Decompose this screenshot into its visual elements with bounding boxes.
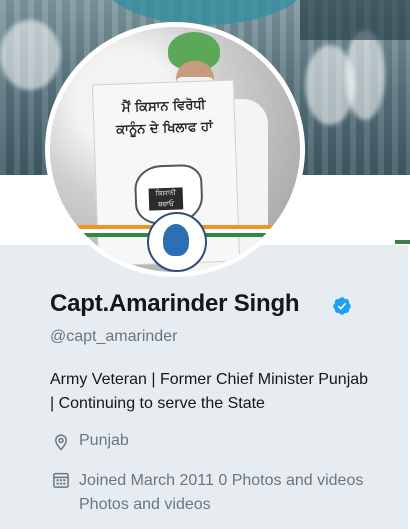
placard-badge: ਕਿਸਾਨੀ ਬਚਾਓ [148,187,184,211]
accent-line [395,240,410,244]
banner-decoration [100,0,310,25]
banner-figure [345,30,385,120]
calendar-icon [53,472,69,488]
placard-line-1: ਮੈਂ ਕਿਸਾਨ ਵਿਰੋਧੀ [121,97,206,116]
profile-bio: Army Veteran | Former Chief Minister Pun… [50,371,369,412]
location-pin-icon [54,434,68,451]
verified-badge-icon [333,297,351,315]
party-emblem-logo [147,212,207,272]
profile-location: Punjab [79,432,129,449]
avatar-photo: ਮੈਂ ਕਿਸਾਨ ਵਿਰੋਧੀ ਕਾਨੂੰਨ ਦੇ ਖਿਲਾਫ ਹਾਂ ਕਿਸ… [50,27,300,272]
placard-line-2: ਕਾਨੂੰਨ ਦੇ ਖਿਲਾਫ ਹਾਂ [115,119,213,138]
profile-join-info: Joined March 2011 0 Photos and videos Ph… [79,472,364,513]
profile-avatar[interactable]: ਮੈਂ ਕਿਸਾਨ ਵਿਰੋਧੀ ਕਾਨੂੰਨ ਦੇ ਖਿਲਾਫ ਹਾਂ ਕਿਸ… [45,22,305,277]
banner-shadow [300,0,410,40]
display-name: Capt.Amarinder Singh [50,290,300,317]
profile-handle: @capt_amarinder [50,328,178,345]
